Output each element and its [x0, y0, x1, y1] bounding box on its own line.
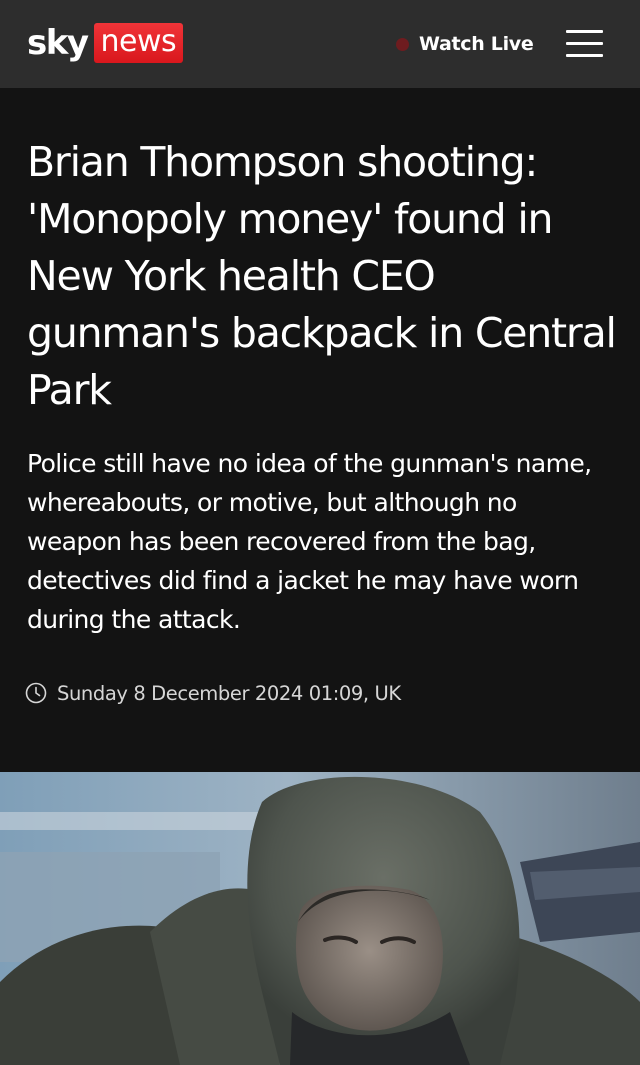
watch-live-label: Watch Live: [419, 33, 534, 55]
menu-line: [566, 54, 603, 57]
article-headline: Brian Thompson shooting: 'Monopoly money…: [27, 138, 617, 414]
article-page: sky news Watch Live Brian Thompson shoot…: [0, 0, 640, 1065]
hamburger-menu-icon[interactable]: [566, 28, 604, 60]
clock-icon: [25, 682, 47, 704]
hero-image[interactable]: [0, 772, 640, 1065]
menu-line: [566, 30, 603, 33]
live-indicator-icon: [396, 37, 409, 51]
logo-sky-text: sky: [27, 23, 89, 63]
timestamp-text: Sunday 8 December 2024 01:09, UK: [57, 681, 401, 705]
menu-line: [566, 42, 603, 45]
logo-news-text: news: [93, 23, 184, 63]
site-header: sky news Watch Live: [0, 0, 640, 88]
article-timestamp: Sunday 8 December 2024 01:09, UK: [25, 678, 401, 708]
watch-live-button[interactable]: Watch Live: [396, 30, 534, 58]
suspect-photo: [0, 772, 640, 1065]
sky-news-logo[interactable]: sky news: [27, 21, 184, 65]
article-standfirst: Police still have no idea of the gunman'…: [27, 449, 592, 634]
